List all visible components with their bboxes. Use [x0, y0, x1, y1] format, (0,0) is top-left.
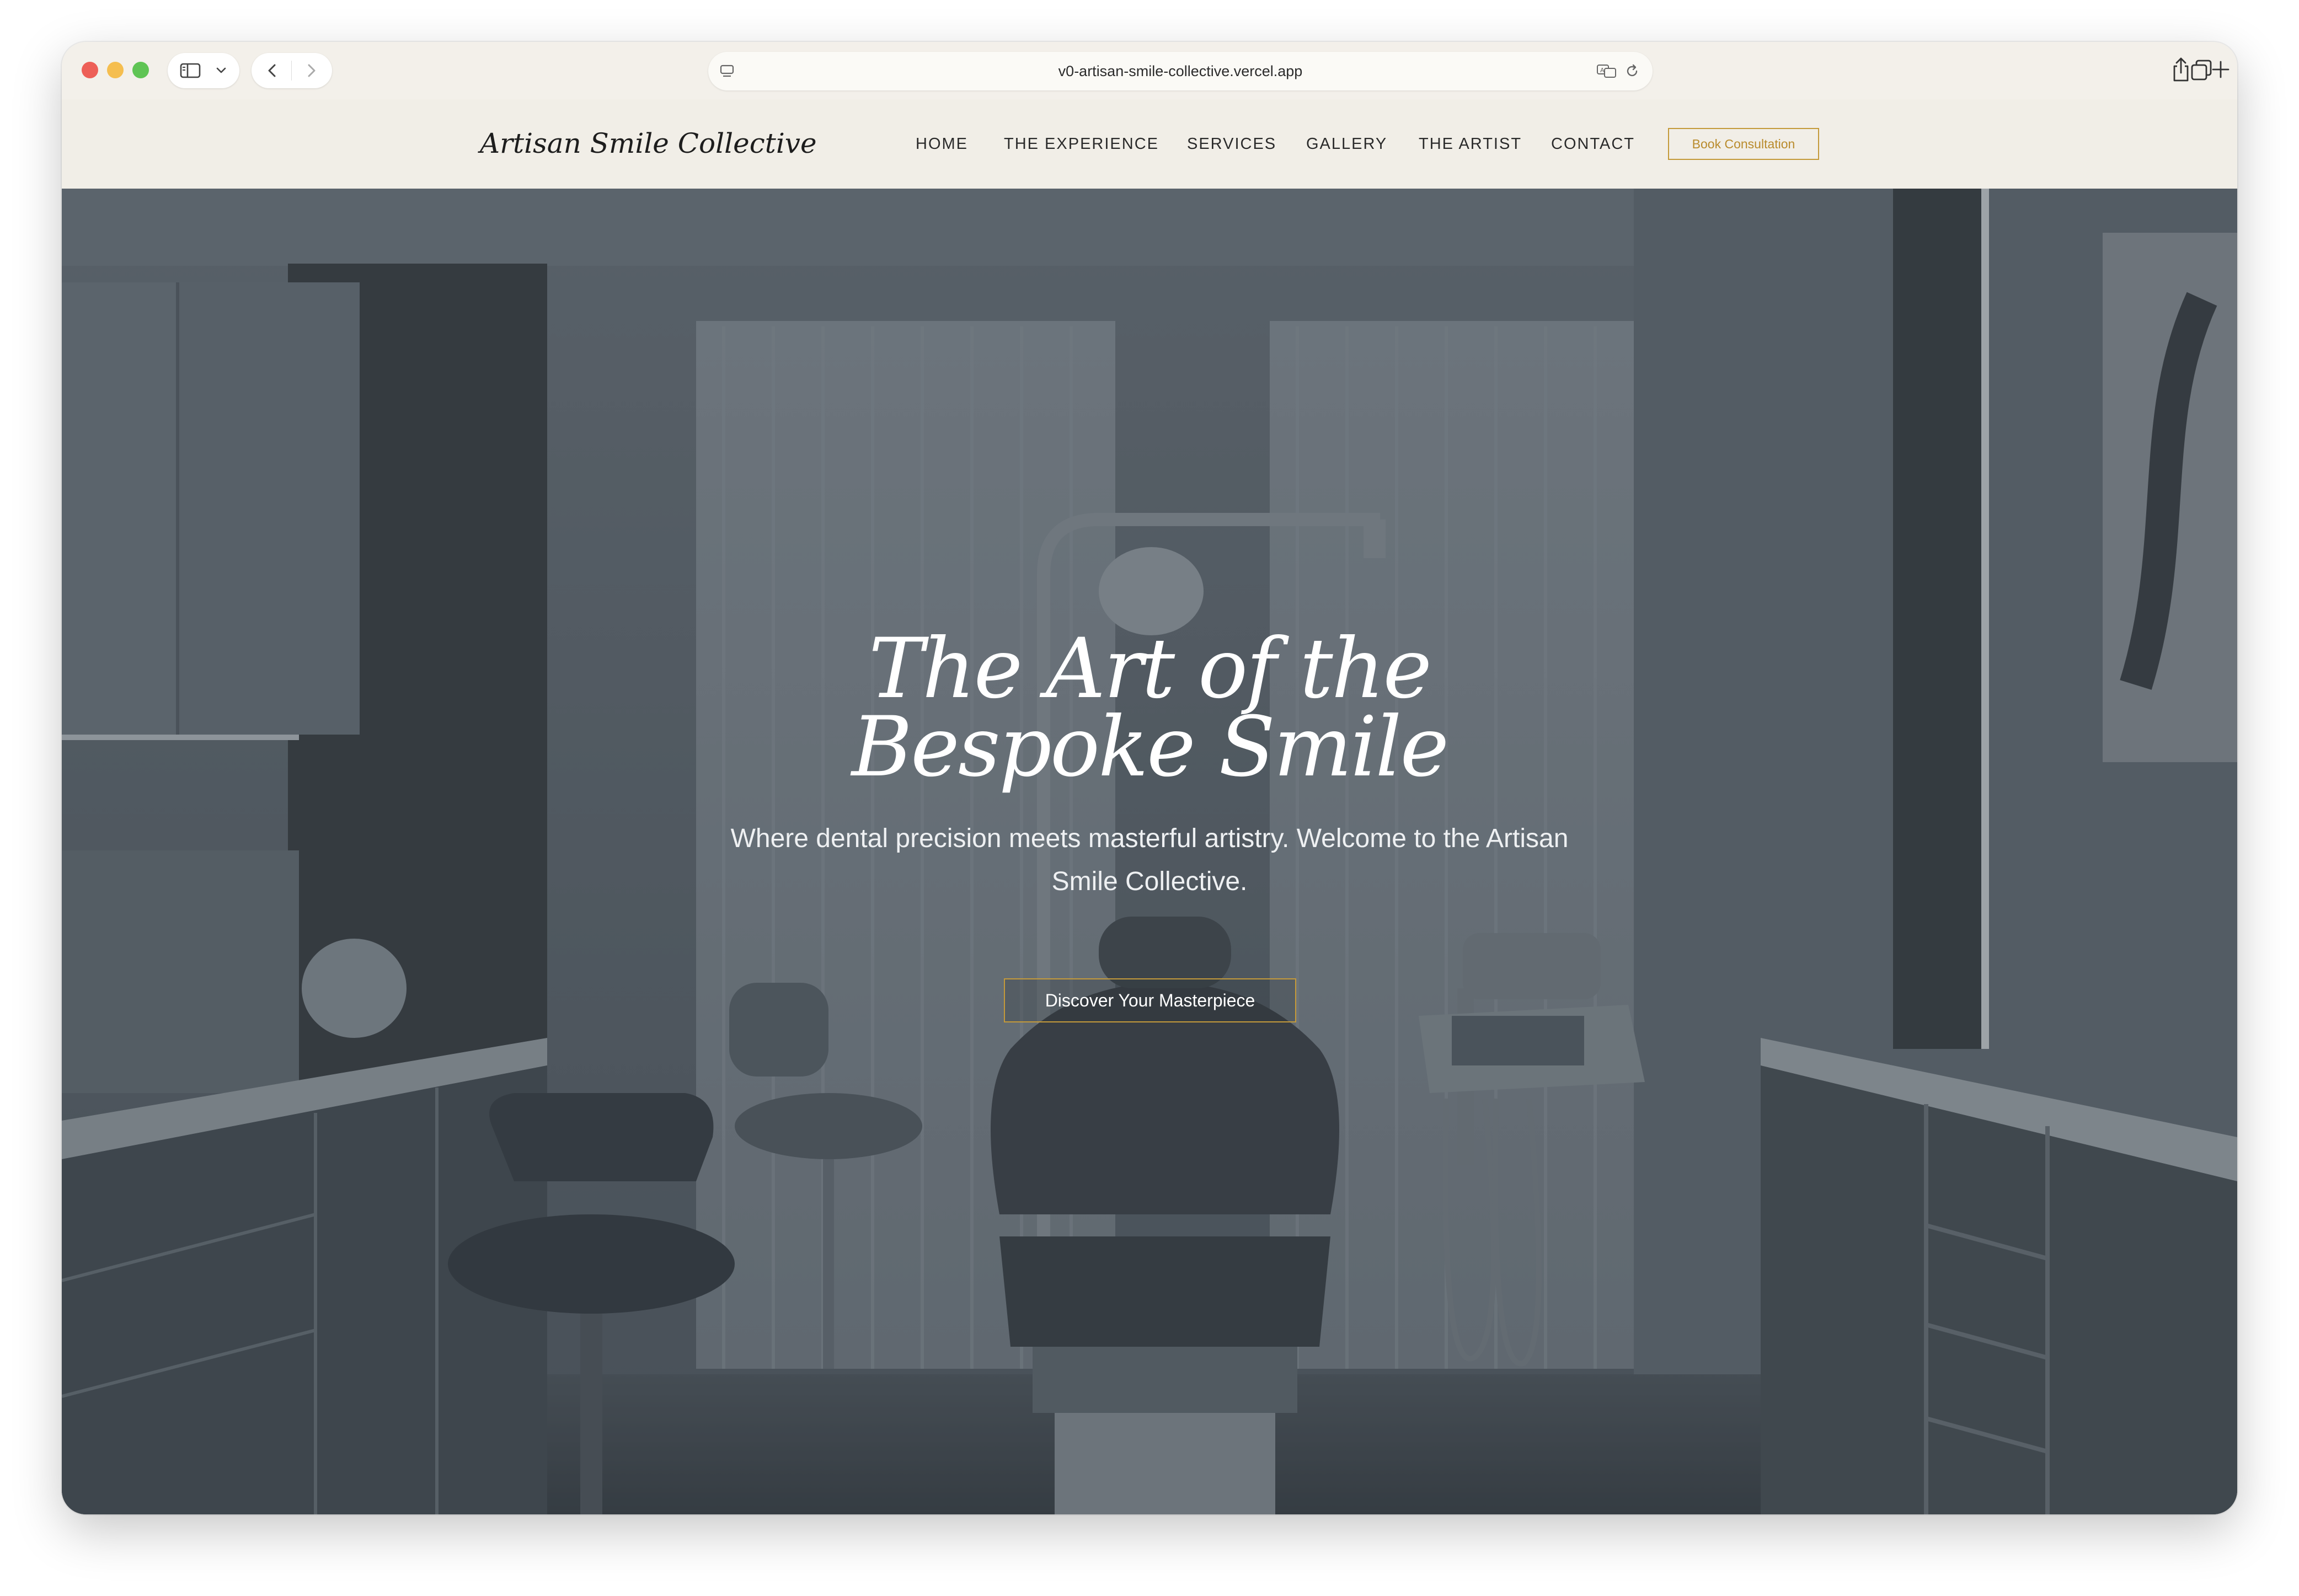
sidebar-control	[168, 53, 239, 88]
hero-title: The Art of the Bespoke Smile	[62, 621, 2237, 795]
nav-services[interactable]: SERVICES	[1187, 130, 1276, 158]
nav-divider	[291, 61, 292, 81]
history-navigation	[252, 53, 332, 88]
site-logo[interactable]: Artisan Smile Collective	[480, 121, 817, 165]
nav-the-experience[interactable]: THE EXPERIENCE	[1004, 130, 1159, 158]
nav-gallery[interactable]: GALLERY	[1306, 130, 1387, 158]
nav-the-artist[interactable]: THE ARTIST	[1419, 130, 1522, 158]
reload-icon[interactable]	[1624, 63, 1640, 79]
hero-title-line2: Bespoke Smile	[851, 699, 1449, 795]
chevron-down-icon[interactable]	[215, 66, 227, 75]
close-window-button[interactable]	[82, 62, 98, 78]
browser-window: v0-artisan-smile-collective.vercel.app A	[62, 42, 2237, 1514]
chevron-left-icon[interactable]	[264, 62, 280, 79]
browser-toolbar: v0-artisan-smile-collective.vercel.app A	[62, 42, 2237, 99]
zoom-window-button[interactable]	[132, 62, 149, 78]
book-consultation-button[interactable]: Book Consultation	[1668, 128, 1819, 160]
discover-masterpiece-button[interactable]: Discover Your Masterpiece	[1004, 978, 1296, 1022]
sidebar-icon[interactable]	[180, 63, 202, 78]
hero-section: The Art of the Bespoke Smile Where denta…	[62, 189, 2237, 1514]
translate-icon[interactable]: A	[1596, 63, 1617, 79]
share-icon[interactable]	[2170, 55, 2192, 84]
url-text: v0-artisan-smile-collective.vercel.app	[1058, 63, 1303, 79]
svg-text:A: A	[1600, 67, 1605, 74]
tab-overview-icon[interactable]	[2190, 58, 2214, 83]
hero-title-line1: The Art of the	[868, 621, 1432, 717]
hero-subtitle: Where dental precision meets masterful a…	[730, 824, 1569, 896]
address-bar[interactable]: v0-artisan-smile-collective.vercel.app A	[708, 52, 1653, 90]
minimize-window-button[interactable]	[107, 62, 124, 78]
site-header: Artisan Smile Collective HOME THE EXPERI…	[62, 99, 2237, 189]
nav-contact[interactable]: CONTACT	[1551, 130, 1635, 158]
chevron-right-icon[interactable]	[303, 62, 320, 79]
nav-home[interactable]: HOME	[916, 130, 968, 158]
